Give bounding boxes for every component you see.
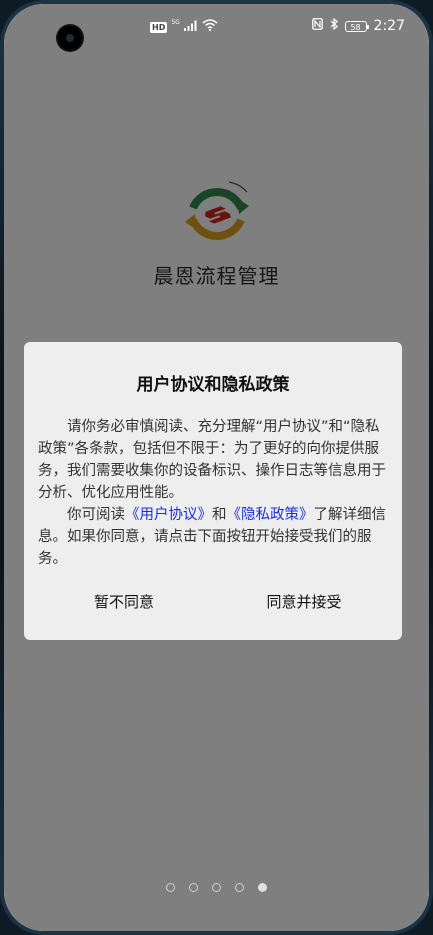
phone-frame: 晨恩流程管理 HD 5G xyxy=(0,0,433,935)
battery-icon: 58 xyxy=(344,20,369,32)
home-indicator[interactable] xyxy=(152,919,282,923)
nfc-icon xyxy=(311,18,323,34)
paragraph-2-and: 和 xyxy=(212,507,227,523)
screen: 晨恩流程管理 HD 5G xyxy=(4,4,429,931)
bluetooth-icon xyxy=(330,17,338,34)
status-right: 58 2:27 xyxy=(311,17,405,34)
status-bar: HD 5G 58 2:27 xyxy=(4,4,429,50)
paragraph-2-prefix: 你可阅读 xyxy=(67,507,125,523)
dialog-paragraph-1: 请你务必审慎阅读、充分理解“用户协议”和“隐私政策”各条款，包括但不限于：为了更… xyxy=(38,419,386,501)
disagree-button[interactable]: 暂不同意 xyxy=(74,588,174,616)
dialog-body: 请你务必审慎阅读、充分理解“用户协议”和“隐私政策”各条款，包括但不限于：为了更… xyxy=(38,416,390,570)
dialog-paragraph-2: 你可阅读《用户协议》和《隐私政策》了解详细信息。如果你同意，请点击下面按钮开始接… xyxy=(38,504,390,570)
page-dot xyxy=(166,883,175,892)
page-indicator xyxy=(4,883,429,892)
privacy-dialog: 用户协议和隐私政策 请你务必审慎阅读、充分理解“用户协议”和“隐私政策”各条款，… xyxy=(24,342,402,640)
privacy-policy-link[interactable]: 《隐私政策》 xyxy=(227,507,314,523)
dialog-title: 用户协议和隐私政策 xyxy=(136,375,290,395)
status-left: HD 5G xyxy=(150,19,218,35)
status-clock: 2:27 xyxy=(373,18,405,34)
agree-button[interactable]: 同意并接受 xyxy=(244,588,364,616)
signal-icon xyxy=(183,20,198,35)
page-dot xyxy=(235,883,244,892)
page-dot xyxy=(212,883,221,892)
hd-badge: HD xyxy=(150,21,168,33)
page-dot xyxy=(258,883,267,892)
network-type: 5G xyxy=(171,19,180,26)
wifi-icon xyxy=(202,19,218,35)
front-camera xyxy=(58,26,82,50)
user-agreement-link[interactable]: 《用户协议》 xyxy=(125,507,212,523)
page-dot xyxy=(189,883,198,892)
